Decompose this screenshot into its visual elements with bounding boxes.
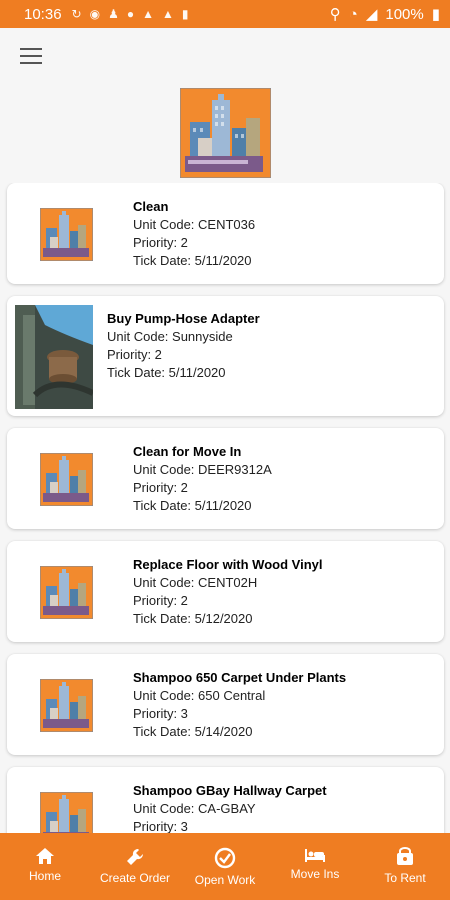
task-card[interactable]: Shampoo GBay Hallway Carpet Unit Code: CA…: [7, 767, 444, 833]
wrench-icon: [90, 847, 180, 867]
task-card[interactable]: Replace Floor with Wood Vinyl Unit Code: …: [7, 541, 444, 642]
task-card[interactable]: Shampoo 650 Carpet Under Plants Unit Code…: [7, 654, 444, 755]
nav-check-circle[interactable]: Open Work: [180, 833, 270, 887]
task-priority: Priority: 2: [133, 480, 188, 495]
task-unit-code: Unit Code: Sunnyside: [107, 329, 233, 344]
nav-label: To Rent: [384, 871, 426, 885]
warning-icon: ▲: [142, 7, 154, 21]
task-info: Buy Pump-Hose Adapter Unit Code: Sunnysid…: [107, 310, 260, 382]
building-icon: [39, 678, 94, 733]
building-icon: [39, 207, 94, 262]
nav-key[interactable]: To Rent: [360, 833, 450, 885]
task-unit-code: Unit Code: 650 Central: [133, 688, 266, 703]
task-title: Shampoo GBay Hallway Carpet: [133, 783, 327, 798]
task-info: Shampoo GBay Hallway Carpet Unit Code: CA…: [133, 782, 327, 833]
task-priority: Priority: 3: [133, 706, 188, 721]
location-icon: ⚲: [329, 6, 341, 23]
building-icon: [39, 452, 94, 507]
nav-label: Home: [28, 869, 61, 883]
task-priority: Priority: 2: [133, 235, 188, 250]
check-circle-icon: [180, 847, 270, 869]
task-tick-date: Tick Date: 5/14/2020: [133, 724, 253, 739]
signal-icon: ◢: [365, 6, 378, 23]
task-unit-code: Unit Code: CENT02H: [133, 575, 258, 590]
task-unit-code: Unit Code: CA-GBAY: [133, 801, 256, 816]
task-unit-code: Unit Code: DEER9312A: [133, 462, 272, 477]
task-title: Buy Pump-Hose Adapter: [107, 311, 260, 326]
building-icon: [39, 565, 94, 620]
status-time: 10:36: [24, 5, 62, 23]
task-info: Replace Floor with Wood Vinyl Unit Code: …: [133, 556, 322, 628]
task-priority: Priority: 2: [133, 593, 188, 608]
bottom-navigation: Home Create Order Open Work Move Ins To Rent: [0, 833, 450, 900]
task-unit-code: Unit Code: CENT036: [133, 217, 256, 232]
task-priority: Priority: 3: [133, 819, 188, 833]
nav-label: Move Ins: [290, 867, 340, 881]
home-icon: [0, 847, 90, 865]
sync-icon: ↻: [71, 7, 82, 21]
battery-percent: 100%: [385, 5, 424, 23]
task-card[interactable]: Clean for Move In Unit Code: DEER9312A Pri…: [7, 428, 444, 529]
building-icon: [39, 791, 94, 833]
status-bar: 10:36 ↻ ◉ ♟ ● ▲ ▲ ▮ ⚲ ◔ ◢ 100% ▮: [0, 0, 450, 28]
task-tick-date: Tick Date: 5/11/2020: [133, 498, 252, 513]
task-tick-date: Tick Date: 5/12/2020: [133, 611, 253, 626]
nav-label: Create Order: [99, 871, 171, 885]
task-tick-date: Tick Date: 5/11/2020: [133, 253, 252, 268]
task-title: Clean: [133, 199, 169, 214]
task-list[interactable]: Clean Unit Code: CENT036 Priority: 2 Tick D…: [0, 183, 450, 833]
alert-icon: ▲: [162, 7, 174, 21]
nav-home[interactable]: Home: [0, 833, 90, 883]
bed-icon: [270, 847, 360, 863]
task-photo: [15, 305, 95, 409]
task-title: Shampoo 650 Carpet Under Plants: [133, 670, 347, 685]
task-title: Clean for Move In: [133, 444, 242, 459]
task-card[interactable]: Clean Unit Code: CENT036 Priority: 2 Tick D…: [7, 183, 444, 284]
menu-icon[interactable]: [20, 48, 42, 64]
task-priority: Priority: 2: [107, 347, 162, 362]
task-info: Clean Unit Code: CENT036 Priority: 2 Tick D…: [133, 198, 255, 270]
nav-label: Open Work: [194, 873, 256, 887]
key-icon: [360, 847, 450, 867]
person-icon: ♟: [108, 7, 119, 21]
task-info: Clean for Move In Unit Code: DEER9312A Pri…: [133, 443, 272, 515]
status-notification-icons: ↻ ◉ ♟ ● ▲ ▲ ▮: [72, 7, 189, 21]
sim-icon: ▮: [181, 7, 189, 21]
wifi-icon: ◔: [348, 5, 358, 23]
nav-bed[interactable]: Move Ins: [270, 833, 360, 881]
task-tick-date: Tick Date: 5/11/2020: [107, 365, 226, 380]
app-logo: [179, 87, 272, 179]
drop-icon: ●: [126, 7, 135, 21]
task-info: Shampoo 650 Carpet Under Plants Unit Code…: [133, 669, 346, 741]
battery-icon: ▮: [431, 6, 440, 23]
task-title: Replace Floor with Wood Vinyl: [133, 557, 323, 572]
account-icon: ◉: [89, 7, 101, 21]
app-bar: [0, 28, 450, 84]
task-card[interactable]: Buy Pump-Hose Adapter Unit Code: Sunnysid…: [7, 296, 444, 416]
nav-wrench[interactable]: Create Order: [90, 833, 180, 885]
